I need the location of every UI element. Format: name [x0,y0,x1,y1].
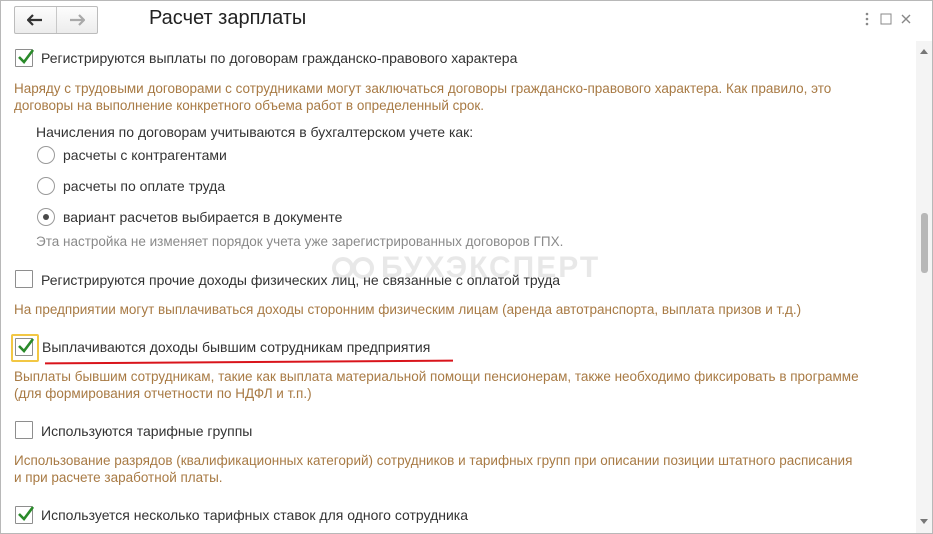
former-employees-description: Выплаты бывшим сотрудникам, такие как вы… [14,369,859,401]
checkmark-icon [18,506,35,521]
gph-checkbox[interactable] [15,49,35,67]
former-employees-checkbox[interactable] [15,338,35,356]
arrow-right-icon [69,14,85,26]
red-underline-annotation [44,359,454,365]
more-vertical-icon [865,12,869,26]
tariff-groups-description: Использование разрядов (квалификационных… [14,453,853,485]
maximize-button[interactable] [878,11,894,27]
other-income-checkbox[interactable] [15,270,33,288]
other-income-label[interactable]: Регистрируются прочие доходы физических … [41,272,560,288]
radio-payroll-label[interactable]: расчеты по оплате труда [63,178,225,194]
scroll-down-icon[interactable] [920,519,928,524]
multiple-rates-label[interactable]: Используется несколько тарифных ставок д… [41,507,468,523]
multiple-rates-checkbox[interactable] [15,506,35,524]
settings-window: Расчет зарплаты БУХЭКСПЕРТ Регистрируютс… [0,0,933,534]
arrow-left-icon [27,14,43,26]
gph-label[interactable]: Регистрируются выплаты по договорам граж… [41,50,517,66]
back-button[interactable] [15,7,56,33]
scroll-up-icon[interactable] [920,49,928,54]
close-icon [901,14,911,24]
radio-contractors[interactable] [37,146,55,164]
radio-payroll[interactable] [37,177,55,195]
scrollbar-thumb[interactable] [921,213,928,273]
checkmark-icon [18,49,35,64]
radio-in-document-label[interactable]: вариант расчетов выбирается в документе [63,209,342,225]
more-menu-button[interactable] [859,11,875,27]
accounting-label: Начисления по договорам учитываются в бу… [36,124,474,140]
radio-in-document[interactable] [37,208,55,226]
navigation-buttons [14,6,98,34]
maximize-icon [880,13,892,25]
page-title: Расчет зарплаты [149,7,307,29]
gph-options-note: Эта настройка не изменяет порядок учета … [36,234,564,249]
close-button[interactable] [898,11,914,27]
gph-description: Наряду с трудовыми договорами с сотрудни… [14,81,832,113]
former-employees-label[interactable]: Выплачиваются доходы бывшим сотрудникам … [42,339,430,355]
vertical-scrollbar[interactable] [916,41,932,533]
checkmark-icon [18,338,35,353]
other-income-description: На предприятии могут выплачиваться доход… [14,302,802,317]
forward-button[interactable] [55,7,98,33]
radio-selected-dot [43,214,49,220]
tariff-groups-label[interactable]: Используются тарифные группы [41,423,252,439]
radio-contractors-label[interactable]: расчеты с контрагентами [63,147,227,163]
tariff-groups-checkbox[interactable] [15,421,33,439]
